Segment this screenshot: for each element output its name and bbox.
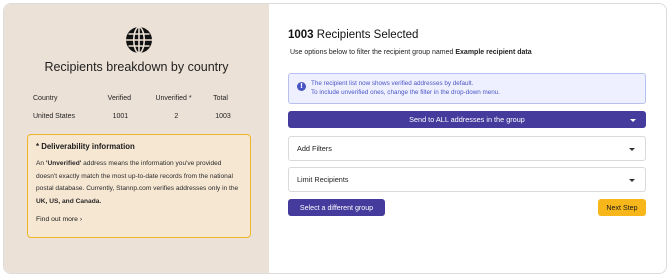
find-out-more-link[interactable]: Find out more › bbox=[36, 216, 82, 223]
app-frame: Recipients breakdown by country Country … bbox=[3, 3, 667, 274]
select-different-group-button[interactable]: Select a different group bbox=[288, 199, 385, 216]
limit-recipients-dropdown[interactable]: Limit Recipients bbox=[288, 167, 646, 192]
recipients-panel: 1003 Recipients Selected Use options bel… bbox=[269, 4, 666, 273]
chevron-down-icon bbox=[629, 178, 635, 182]
cell-verified: 1001 bbox=[112, 112, 129, 120]
subtitle-text: Use options below to filter the recipien… bbox=[290, 49, 456, 56]
info-unverified: 'Unverified' bbox=[45, 160, 82, 167]
verified-notice: ! The recipient list now shows verified … bbox=[288, 73, 646, 104]
chevron-down-icon bbox=[630, 118, 636, 122]
next-step-button[interactable]: Next Step bbox=[598, 199, 646, 216]
title-suffix: Recipients Selected bbox=[313, 29, 419, 41]
info-icon: ! bbox=[297, 82, 306, 91]
info-body: An 'Unverified' address means the inform… bbox=[36, 158, 243, 208]
filter-instructions: Use options below to filter the recipien… bbox=[290, 49, 532, 56]
send-all-dropdown[interactable]: Send to ALL addresses in the group bbox=[288, 111, 646, 128]
info-text: An bbox=[36, 160, 46, 167]
header-country: Country bbox=[33, 94, 58, 102]
country-table: Country Verified Unverified * Total Unit… bbox=[33, 90, 253, 124]
notice-line-2: To include unverified ones, change the f… bbox=[311, 88, 501, 96]
cell-country: United States bbox=[33, 112, 76, 120]
breakdown-panel: Recipients breakdown by country Country … bbox=[4, 4, 269, 273]
cell-total: 1003 bbox=[215, 112, 231, 120]
cell-unverified: 2 bbox=[174, 112, 179, 120]
add-filters-dropdown[interactable]: Add Filters bbox=[288, 136, 646, 161]
limit-recipients-label: Limit Recipients bbox=[297, 175, 349, 184]
info-countries: UK, US, and Canada. bbox=[36, 197, 102, 205]
chevron-down-icon bbox=[629, 147, 635, 151]
send-all-label: Send to ALL addresses in the group bbox=[409, 115, 525, 124]
page-title: 1003 Recipients Selected bbox=[288, 29, 418, 41]
header-unverified: Unverified * bbox=[155, 94, 192, 102]
globe-icon bbox=[126, 26, 152, 54]
group-name: Example recipient data bbox=[455, 49, 532, 56]
recipient-count: 1003 bbox=[288, 29, 314, 41]
header-verified: Verified bbox=[107, 94, 132, 102]
table-row: United States 1001 2 1003 bbox=[33, 108, 253, 124]
notice-line-1: The recipient list now shows verified ad… bbox=[311, 80, 474, 87]
table-header-row: Country Verified Unverified * Total bbox=[33, 90, 253, 106]
breakdown-title: Recipients breakdown by country bbox=[44, 60, 229, 74]
deliverability-info-box: * Deliverability information An 'Unverif… bbox=[27, 134, 251, 238]
header-total: Total bbox=[213, 94, 228, 102]
info-title: * Deliverability information bbox=[36, 142, 135, 151]
add-filters-label: Add Filters bbox=[297, 144, 332, 153]
